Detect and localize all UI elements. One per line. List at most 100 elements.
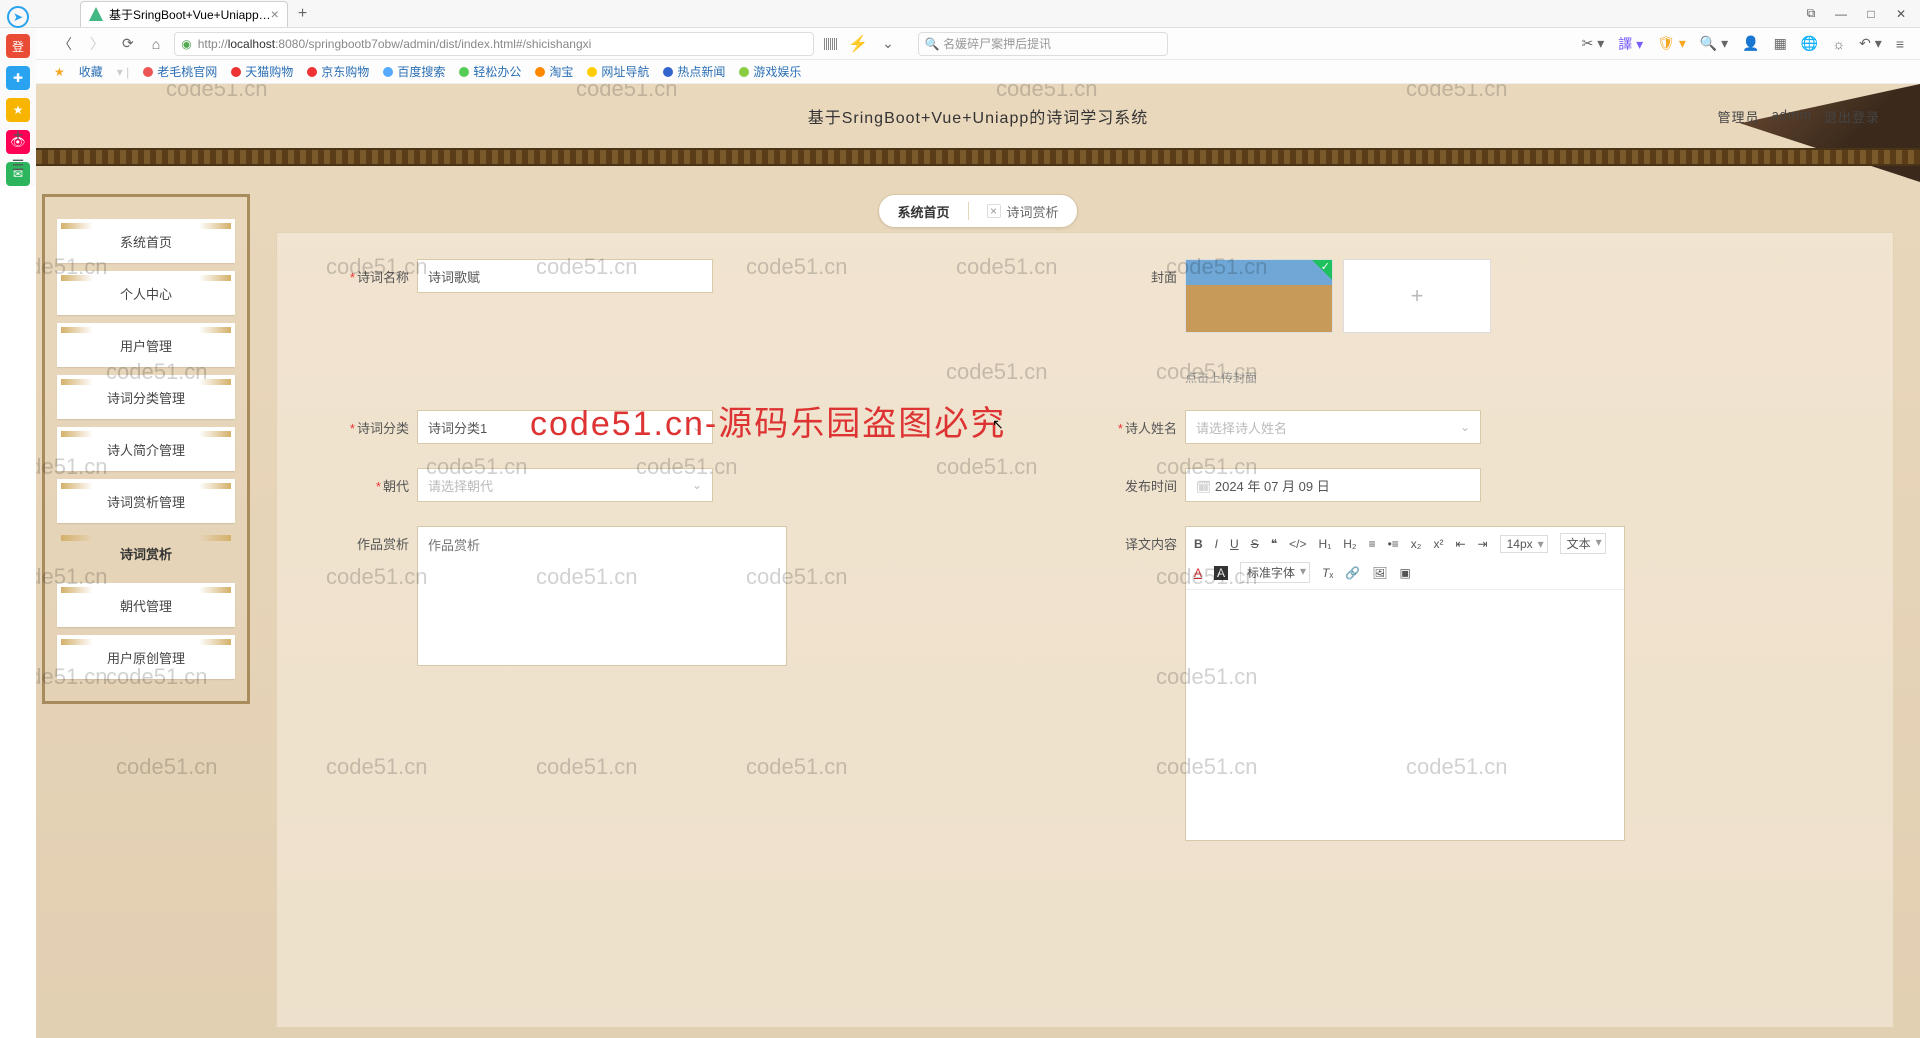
username: admin — [1772, 107, 1812, 126]
logout-link[interactable]: 退出登录 — [1824, 107, 1880, 126]
sun-icon[interactable]: ☼ — [1832, 36, 1845, 52]
h2-button[interactable]: H₂ — [1343, 537, 1356, 551]
shield-icon: ◉ — [181, 37, 191, 51]
sidebar-item-appreciation[interactable]: 诗词赏析 — [57, 531, 235, 575]
browser-navbar: 〈 〉 ⟳ ⌂ ◉ http://localhost:8080/springbo… — [0, 28, 1920, 60]
security-icon[interactable]: 🛡 ▾ — [1657, 35, 1686, 52]
bookmark-item[interactable]: 热点新闻 — [663, 63, 725, 80]
bookmark-item[interactable]: 淘宝 — [535, 63, 573, 80]
name-input[interactable]: 诗词歌赋 — [417, 259, 713, 293]
sidebar-item-users[interactable]: 用户管理 — [57, 323, 235, 367]
appreciation-textarea[interactable] — [417, 526, 787, 666]
clear-button[interactable]: Tₓ — [1322, 566, 1333, 580]
poet-select[interactable]: 请选择诗人姓名⌄ — [1185, 410, 1481, 444]
underline-button[interactable]: U — [1230, 537, 1239, 551]
qr-icon[interactable] — [824, 38, 838, 50]
zoom-icon[interactable]: 🔍 ▾ — [1700, 35, 1728, 52]
sidebar-item-profile[interactable]: 个人中心 — [57, 271, 235, 315]
fontsize-select[interactable]: 14px — [1500, 535, 1548, 553]
rte-body[interactable] — [1186, 590, 1624, 840]
favorites-label[interactable]: 收藏 — [79, 63, 103, 80]
new-tab-button[interactable]: + — [298, 5, 307, 23]
sidebar-item-appreciation-mgmt[interactable]: 诗词赏析管理 — [57, 479, 235, 523]
globe-icon[interactable]: 🌐 — [1801, 35, 1818, 52]
url-bar[interactable]: ◉ http://localhost:8080/springbootb7obw/… — [174, 32, 814, 56]
color-button[interactable]: A — [1194, 566, 1202, 580]
sidebar-item-category[interactable]: 诗词分类管理 — [57, 375, 235, 419]
bookmark-item[interactable]: 轻松办公 — [459, 63, 521, 80]
sidebar-item-dynasty[interactable]: 朝代管理 — [57, 583, 235, 627]
upload-button[interactable]: + — [1343, 259, 1491, 333]
bookmark-item[interactable]: 百度搜索 — [383, 63, 445, 80]
sub-button[interactable]: x₂ — [1411, 537, 1422, 551]
app-header: 基于SringBoot+Vue+Uniapp的诗词学习系统 管理员 admin … — [36, 84, 1920, 148]
video-button[interactable]: ▣ — [1400, 566, 1411, 580]
launcher-add-icon[interactable]: + — [13, 125, 24, 146]
bolt-icon[interactable]: ⚡ — [848, 34, 868, 54]
url-dropdown-icon[interactable]: ⌄ — [878, 33, 898, 54]
tab-close-icon[interactable]: × — [271, 6, 279, 22]
italic-button[interactable]: I — [1215, 537, 1218, 551]
browser-tab[interactable]: 基于SringBoot+Vue+Uniapp… × — [80, 1, 288, 27]
tab-home[interactable]: 系统首页 — [879, 202, 967, 221]
link-button[interactable]: 🔗 — [1345, 566, 1360, 580]
appreciation-label: 作品赏析 — [317, 526, 417, 553]
quote-button[interactable]: ❝ — [1271, 537, 1277, 551]
restore-icon[interactable]: ↶ ▾ — [1859, 35, 1882, 52]
minimize-button[interactable]: — — [1834, 7, 1848, 21]
bookmark-item[interactable]: 京东购物 — [307, 63, 369, 80]
vue-icon — [89, 7, 103, 21]
fonttype-select[interactable]: 文本 — [1560, 533, 1606, 554]
image-button[interactable]: 🖼 — [1372, 566, 1387, 580]
ul-button[interactable]: •≡ — [1388, 537, 1399, 551]
bookmark-item[interactable]: 老毛桃官网 — [143, 63, 217, 80]
strike-button[interactable]: S — [1251, 537, 1259, 551]
user-icon[interactable]: 👤 — [1742, 35, 1759, 52]
back-button[interactable]: 〈 — [54, 32, 76, 56]
indent-button[interactable]: ⇥ — [1478, 537, 1488, 551]
ol-button[interactable]: ≡ — [1369, 537, 1376, 551]
scissors-icon[interactable]: ✂︎ ▾ — [1582, 35, 1605, 52]
upload-hint: 点击上传封面 — [1185, 369, 1491, 386]
bookmark-item[interactable]: 游戏娱乐 — [739, 63, 801, 80]
pip-icon[interactable]: ⧉ — [1804, 7, 1818, 21]
launcher-login-icon[interactable]: 登 — [6, 34, 30, 58]
close-button[interactable]: ✕ — [1894, 7, 1908, 21]
browser-titlebar: 基于SringBoot+Vue+Uniapp… × + ⧉ — □ ✕ — [0, 0, 1920, 28]
browser-toolbar: ✂︎ ▾ 譯 ▾ 🛡 ▾ 🔍 ▾ 👤 ▦ 🌐 ☼ ↶ ▾ ≡ — [1574, 34, 1912, 54]
compass-icon[interactable]: ➤ — [7, 6, 29, 28]
bold-button[interactable]: B — [1194, 537, 1203, 551]
role-label: 管理员 — [1718, 107, 1760, 126]
sidebar-item-poet[interactable]: 诗人简介管理 — [57, 427, 235, 471]
bookmark-item[interactable]: 网址导航 — [587, 63, 649, 80]
tab-close-icon[interactable]: × — [987, 204, 1001, 218]
dynasty-select[interactable]: 请选择朝代⌄ — [417, 468, 713, 502]
sidebar-item-original[interactable]: 用户原创管理 — [57, 635, 235, 679]
code-button[interactable]: </> — [1289, 537, 1306, 551]
home-button[interactable]: ⌂ — [148, 34, 164, 54]
bgcolor-button[interactable]: A — [1214, 566, 1228, 580]
reload-button[interactable]: ⟳ — [118, 33, 138, 54]
translate-icon[interactable]: 譯 ▾ — [1618, 34, 1643, 54]
cover-thumbnail[interactable] — [1185, 259, 1333, 333]
pubtime-input[interactable]: 🗓 2024 年 07 月 09 日 — [1185, 468, 1481, 502]
apps-icon[interactable]: ▦ — [1774, 35, 1787, 52]
check-icon — [1312, 260, 1332, 280]
launcher-menu-icon[interactable]: ☰ — [12, 157, 25, 174]
launcher-app1-icon[interactable]: ✚ — [6, 66, 30, 90]
fontfamily-select[interactable]: 标准字体 — [1240, 562, 1310, 583]
menu-icon[interactable]: ≡ — [1896, 36, 1904, 52]
outdent-button[interactable]: ⇤ — [1455, 537, 1465, 551]
sidebar-item-home[interactable]: 系统首页 — [57, 219, 235, 263]
maximize-button[interactable]: □ — [1864, 7, 1878, 21]
h1-button[interactable]: H₁ — [1319, 537, 1332, 551]
forward-button[interactable]: 〉 — [86, 32, 108, 56]
favorites-icon[interactable]: ★ — [54, 65, 65, 79]
search-input[interactable]: 🔍 名媛碎尸案押后提讯 — [918, 32, 1168, 56]
category-select[interactable]: 诗词分类1⌄ — [417, 410, 713, 444]
launcher-star-icon[interactable]: ★ — [6, 98, 30, 122]
pubtime-label: 发布时间 — [1085, 468, 1185, 495]
tab-current[interactable]: ×诗词赏析 — [969, 202, 1077, 221]
sup-button[interactable]: x² — [1433, 537, 1443, 551]
bookmark-item[interactable]: 天猫购物 — [231, 63, 293, 80]
